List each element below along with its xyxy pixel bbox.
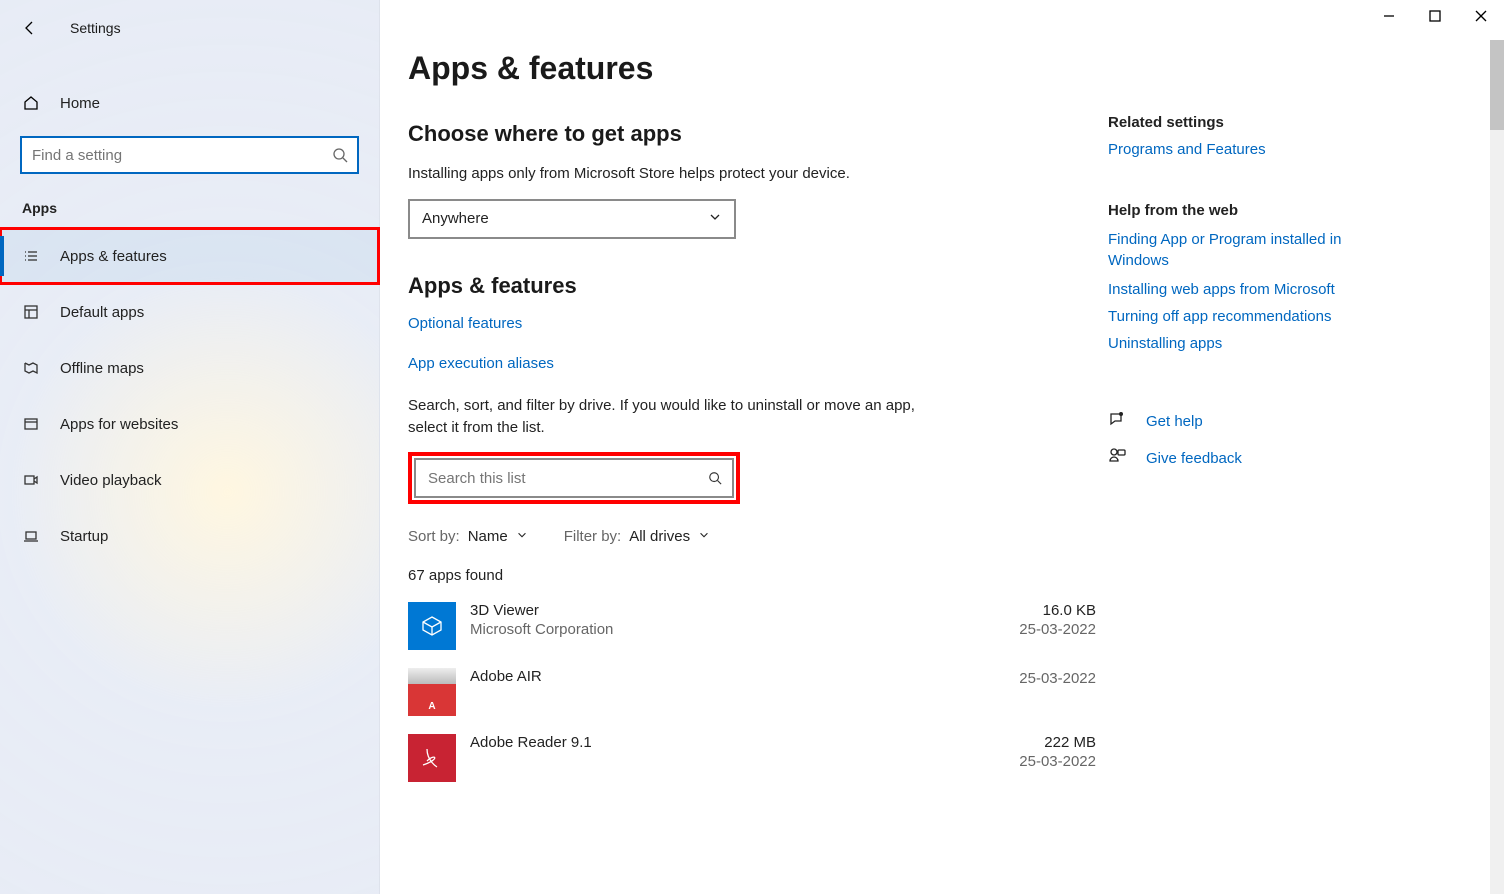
sidebar-item-apps-features[interactable]: Apps & features <box>0 228 379 284</box>
get-help-link[interactable]: Get help <box>1146 413 1203 430</box>
filter-value: All drives <box>629 528 690 545</box>
help-link-finding-app[interactable]: Finding App or Program installed in Wind… <box>1108 229 1398 271</box>
sidebar-item-label: Apps & features <box>60 248 167 265</box>
subheading-where: Choose where to get apps <box>408 121 1108 147</box>
chevron-down-icon <box>516 528 528 545</box>
close-button[interactable] <box>1458 0 1504 32</box>
help-link-uninstalling[interactable]: Uninstalling apps <box>1108 335 1398 352</box>
source-dropdown-value: Anywhere <box>422 210 489 227</box>
app-date: 25-03-2022 <box>1019 753 1096 770</box>
search-icon <box>323 147 357 163</box>
sort-prefix: Sort by: <box>408 528 460 545</box>
app-date: 25-03-2022 <box>1019 621 1096 638</box>
where-description: Installing apps only from Microsoft Stor… <box>408 163 1108 185</box>
list-search-highlight <box>408 452 740 504</box>
subheading-apps: Apps & features <box>408 273 1108 299</box>
app-aliases-link[interactable]: App execution aliases <box>408 355 554 372</box>
optional-features-link[interactable]: Optional features <box>408 315 522 332</box>
right-panel: Related settings Programs and Features H… <box>1108 50 1418 894</box>
back-button[interactable] <box>18 19 42 37</box>
give-feedback-link[interactable]: Give feedback <box>1146 450 1242 467</box>
help-link-turning-off[interactable]: Turning off app recommendations <box>1108 308 1398 325</box>
feedback-icon <box>1108 447 1128 470</box>
chat-icon <box>1108 410 1128 433</box>
default-apps-icon <box>22 303 42 321</box>
sort-by-control[interactable]: Sort by: Name <box>408 528 528 545</box>
sidebar-search-input[interactable] <box>22 147 323 164</box>
scrollbar-thumb[interactable] <box>1490 40 1504 130</box>
chevron-down-icon <box>708 210 722 228</box>
list-search[interactable] <box>414 458 734 498</box>
scrollbar[interactable] <box>1490 40 1504 894</box>
sidebar-item-label: Offline maps <box>60 360 144 377</box>
list-search-input[interactable] <box>416 470 698 487</box>
sidebar-item-offline-maps[interactable]: Offline maps <box>0 340 379 396</box>
sidebar-item-apps-websites[interactable]: Apps for websites <box>0 396 379 452</box>
main-content: Apps & features Choose where to get apps… <box>380 0 1504 894</box>
minimize-button[interactable] <box>1366 0 1412 32</box>
sidebar-home[interactable]: Home <box>0 80 379 126</box>
startup-icon <box>22 527 42 545</box>
sidebar-search[interactable] <box>20 136 359 174</box>
app-icon <box>408 734 456 782</box>
home-icon <box>22 94 42 112</box>
sidebar-item-label: Default apps <box>60 304 144 321</box>
app-item-adobe-reader[interactable]: Adobe Reader 9.1 222 MB 25-03-2022 <box>408 734 1108 782</box>
window-title: Settings <box>70 20 121 36</box>
list-icon <box>22 247 42 265</box>
map-icon <box>22 359 42 377</box>
app-icon: A <box>408 668 456 716</box>
apps-count: 67 apps found <box>408 567 1108 584</box>
app-publisher: Microsoft Corporation <box>470 621 1019 638</box>
app-name: Adobe AIR <box>470 668 1019 685</box>
get-help-row[interactable]: Get help <box>1108 410 1398 433</box>
app-name: Adobe Reader 9.1 <box>470 734 1019 751</box>
app-size: 16.0 KB <box>1019 602 1096 619</box>
websites-icon <box>22 415 42 433</box>
sidebar-item-default-apps[interactable]: Default apps <box>0 284 379 340</box>
page-title: Apps & features <box>408 50 1108 87</box>
search-icon <box>698 471 732 485</box>
filter-prefix: Filter by: <box>564 528 622 545</box>
filter-description: Search, sort, and filter by drive. If yo… <box>408 395 928 439</box>
sidebar-item-label: Startup <box>60 528 108 545</box>
sidebar-item-video-playback[interactable]: Video playback <box>0 452 379 508</box>
help-heading: Help from the web <box>1108 202 1398 219</box>
source-dropdown[interactable]: Anywhere <box>408 199 736 239</box>
related-heading: Related settings <box>1108 114 1398 131</box>
sidebar-item-label: Video playback <box>60 472 161 489</box>
chevron-down-icon <box>698 528 710 545</box>
maximize-button[interactable] <box>1412 0 1458 32</box>
give-feedback-row[interactable]: Give feedback <box>1108 447 1398 470</box>
app-item-3d-viewer[interactable]: 3D Viewer Microsoft Corporation 16.0 KB … <box>408 602 1108 650</box>
sidebar-item-label: Apps for websites <box>60 416 178 433</box>
app-date: 25-03-2022 <box>1019 670 1096 687</box>
app-icon <box>408 602 456 650</box>
help-link-installing-web[interactable]: Installing web apps from Microsoft <box>1108 281 1398 298</box>
programs-features-link[interactable]: Programs and Features <box>1108 141 1398 158</box>
filter-by-control[interactable]: Filter by: All drives <box>564 528 710 545</box>
video-icon <box>22 471 42 489</box>
sort-value: Name <box>468 528 508 545</box>
window-controls <box>1366 0 1504 32</box>
app-item-adobe-air[interactable]: A Adobe AIR 25-03-2022 <box>408 668 1108 716</box>
sidebar-item-startup[interactable]: Startup <box>0 508 379 564</box>
app-size: 222 MB <box>1019 734 1096 751</box>
app-name: 3D Viewer <box>470 602 1019 619</box>
sidebar-home-label: Home <box>60 95 100 112</box>
sidebar: Settings Home Apps Apps & features Defau… <box>0 0 380 894</box>
sidebar-section-label: Apps <box>22 200 379 216</box>
